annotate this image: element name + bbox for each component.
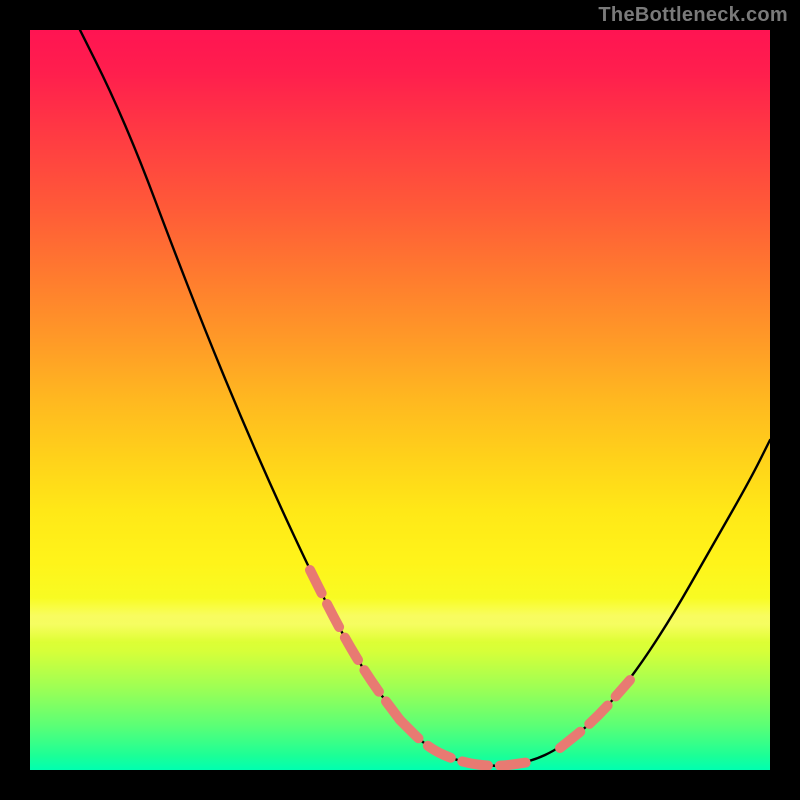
valley-dashes (400, 720, 530, 766)
chart-stage: TheBottleneck.com (0, 0, 800, 800)
left-descent-dashes (310, 570, 400, 720)
plot-area (30, 30, 770, 770)
bottleneck-curve-svg (30, 30, 770, 770)
right-ascent-dashes (560, 680, 630, 748)
bottleneck-curve-line (80, 30, 770, 766)
watermark-text: TheBottleneck.com (598, 4, 788, 27)
